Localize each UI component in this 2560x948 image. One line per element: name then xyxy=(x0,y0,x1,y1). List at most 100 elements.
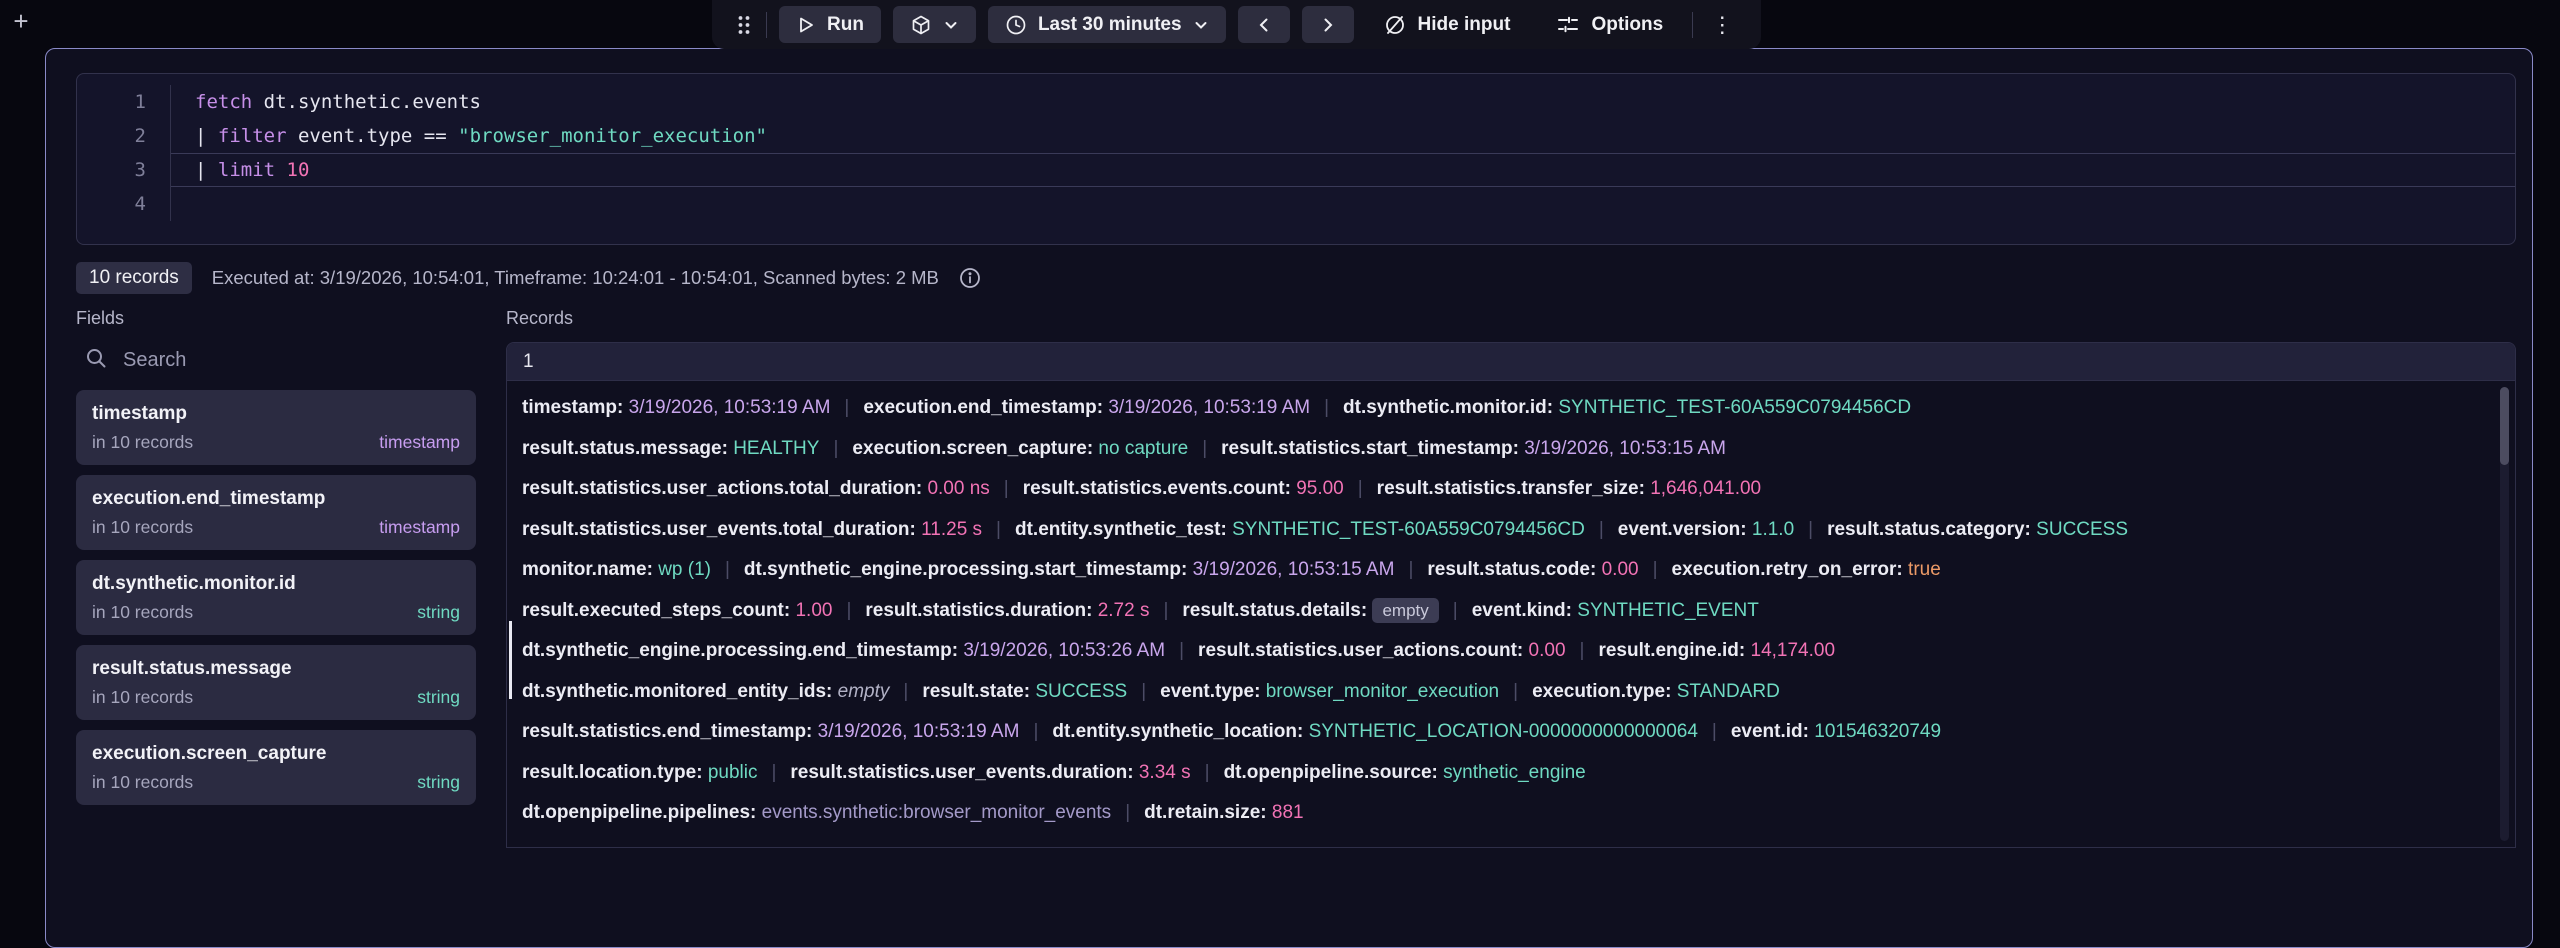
field-type-badge: string xyxy=(417,602,460,622)
record-field-value[interactable]: 101546320749 xyxy=(1814,721,1941,742)
field-separator: | xyxy=(724,559,730,580)
timeframe-label: Last 30 minutes xyxy=(1037,13,1182,35)
record-field-value[interactable]: browser_monitor_execution xyxy=(1266,681,1499,702)
records-scrollbar-thumb[interactable] xyxy=(2500,387,2509,465)
field-occurrence: in 10 records xyxy=(92,517,194,537)
record-field-value[interactable]: 14,174.00 xyxy=(1751,640,1836,661)
field-separator: | xyxy=(1003,478,1009,499)
field-card[interactable]: dt.synthetic.monitor.id in 10 records st… xyxy=(76,560,476,635)
record-line: result.statistics.end_timestamp: 3/19/20… xyxy=(522,712,2471,753)
record-field-value[interactable]: SUCCESS xyxy=(1035,681,1127,702)
record-field-value[interactable]: 0.00 xyxy=(1602,559,1639,580)
record-field-value[interactable]: public xyxy=(708,762,758,783)
record-field-value[interactable]: 0.00 xyxy=(1529,640,1566,661)
timeframe-selector-button[interactable]: Last 30 minutes xyxy=(987,6,1226,43)
field-separator: | xyxy=(1202,437,1208,459)
record-field-value[interactable]: true xyxy=(1908,559,1941,580)
record-field-value[interactable]: HEALTHY xyxy=(733,438,819,459)
record-field-value[interactable]: wp (1) xyxy=(658,559,711,580)
visualization-selector-button[interactable] xyxy=(892,6,976,43)
record-field-key: dt.entity.synthetic_location: xyxy=(1052,721,1309,742)
record-field-value[interactable]: STANDARD xyxy=(1677,681,1780,702)
field-separator: | xyxy=(1513,680,1519,702)
query-toolbar: Run Last 30 minutes Hide input Options ⋮ xyxy=(712,0,1762,49)
code-token: dt.synthetic.events xyxy=(252,91,481,113)
fields-list: timestamp in 10 records timestamp execut… xyxy=(76,390,476,805)
record-field-value[interactable]: SYNTHETIC_LOCATION-0000000000000064 xyxy=(1309,721,1698,742)
record-field-key: result.status.details: xyxy=(1182,599,1373,621)
fields-search[interactable] xyxy=(76,329,476,390)
record-field-key: result.status.message: xyxy=(522,437,734,459)
record-field-value[interactable]: 0.00 ns xyxy=(927,478,989,499)
chevron-down-icon xyxy=(1193,17,1209,33)
chevron-right-icon xyxy=(1319,16,1337,34)
line-number: 4 xyxy=(77,187,171,221)
field-card[interactable]: timestamp in 10 records timestamp xyxy=(76,390,476,465)
run-button[interactable]: Run xyxy=(779,6,881,43)
record-field-value[interactable]: 11.25 s xyxy=(921,519,982,540)
add-tab-button[interactable]: + xyxy=(6,6,36,36)
dql-query-editor[interactable]: 1 fetch dt.synthetic.events 2 | filter e… xyxy=(76,73,2516,245)
record-field-value[interactable]: events.synthetic:browser_monitor_events xyxy=(762,802,1112,823)
record-field-key: dt.openpipeline.source: xyxy=(1223,761,1444,783)
field-card[interactable]: execution.end_timestamp in 10 records ti… xyxy=(76,475,476,550)
field-separator: | xyxy=(771,761,777,783)
more-actions-kebab-button[interactable]: ⋮ xyxy=(1705,12,1739,38)
record-field-value[interactable]: 1.1.0 xyxy=(1752,519,1794,540)
record-field-value[interactable]: SUCCESS xyxy=(2036,519,2128,540)
record-field-value[interactable]: 3/19/2026, 10:53:26 AM xyxy=(963,640,1165,661)
search-input[interactable] xyxy=(123,349,423,372)
record-line: result.statistics.user_actions.total_dur… xyxy=(522,469,2471,510)
code-token: "browser_monitor_execution" xyxy=(458,125,767,147)
record-field-value[interactable]: synthetic_engine xyxy=(1443,762,1586,783)
field-separator: | xyxy=(1163,599,1169,621)
record-field-key: result.statistics.user_actions.total_dur… xyxy=(522,478,928,499)
options-button[interactable]: Options xyxy=(1539,6,1680,43)
info-icon[interactable] xyxy=(959,267,981,289)
record-field-value[interactable]: 3/19/2026, 10:53:19 AM xyxy=(818,721,1020,742)
code-line: 1 fetch dt.synthetic.events xyxy=(77,85,2515,119)
field-occurrence: in 10 records xyxy=(92,687,194,707)
field-separator: | xyxy=(1204,761,1210,783)
record-field-key: event.version: xyxy=(1617,518,1752,540)
record-field-value[interactable]: SYNTHETIC_TEST-60A559C0794456CD xyxy=(1232,519,1585,540)
record-field-value[interactable]: SYNTHETIC_EVENT xyxy=(1577,600,1759,621)
record-field-value[interactable]: SYNTHETIC_TEST-60A559C0794456CD xyxy=(1558,397,1911,418)
record-row-header[interactable]: 1 xyxy=(507,343,2515,381)
field-card[interactable]: execution.screen_capture in 10 records s… xyxy=(76,730,476,805)
record-field-key: result.statistics.duration: xyxy=(865,599,1098,621)
code-token: event.type == xyxy=(286,125,459,147)
hide-input-button[interactable]: Hide input xyxy=(1366,6,1528,43)
record-field-value[interactable]: 3.34 s xyxy=(1139,762,1191,783)
record-field-value[interactable]: 3/19/2026, 10:53:19 AM xyxy=(1108,397,1310,418)
record-field-value[interactable]: 2.72 s xyxy=(1098,600,1150,621)
field-card[interactable]: result.status.message in 10 records stri… xyxy=(76,645,476,720)
code-text: fetch dt.synthetic.events xyxy=(171,85,2515,119)
record-field-value[interactable]: 1.00 xyxy=(795,600,832,621)
record-field-value[interactable]: 881 xyxy=(1272,802,1304,823)
record-field-key: event.kind: xyxy=(1471,599,1578,621)
record-field-key: result.statistics.user_events.total_dura… xyxy=(522,518,922,540)
record-field-value[interactable]: 95.00 xyxy=(1296,478,1344,499)
next-timeframe-button[interactable] xyxy=(1301,6,1354,43)
fields-panel-title: Fields xyxy=(76,308,125,328)
clock-icon xyxy=(1005,14,1027,36)
record-field-value[interactable]: 3/19/2026, 10:53:19 AM xyxy=(629,397,831,418)
record-field-value[interactable]: empty xyxy=(1372,597,1439,623)
query-panel: 1 fetch dt.synthetic.events 2 | filter e… xyxy=(45,48,2533,948)
record-field-value[interactable]: 3/19/2026, 10:53:15 AM xyxy=(1524,438,1726,459)
field-separator: | xyxy=(1652,559,1658,580)
fields-panel: Fields timestamp in 10 records timestamp… xyxy=(76,308,476,815)
code-line: 2 | filter event.type == "browser_monito… xyxy=(77,119,2515,153)
record-field-value[interactable]: empty xyxy=(838,681,890,702)
records-panel-title: Records xyxy=(506,308,574,328)
record-field-value[interactable]: no capture xyxy=(1098,438,1188,459)
record-field-value[interactable]: 3/19/2026, 10:53:15 AM xyxy=(1193,559,1395,580)
options-sliders-icon xyxy=(1556,13,1580,37)
drag-handle-icon[interactable] xyxy=(734,13,754,37)
code-token: | xyxy=(195,125,218,147)
previous-timeframe-button[interactable] xyxy=(1237,6,1290,43)
record-field-value[interactable]: 1,646,041.00 xyxy=(1650,478,1761,499)
record-line: dt.synthetic_engine.processing.end_times… xyxy=(522,631,2471,672)
